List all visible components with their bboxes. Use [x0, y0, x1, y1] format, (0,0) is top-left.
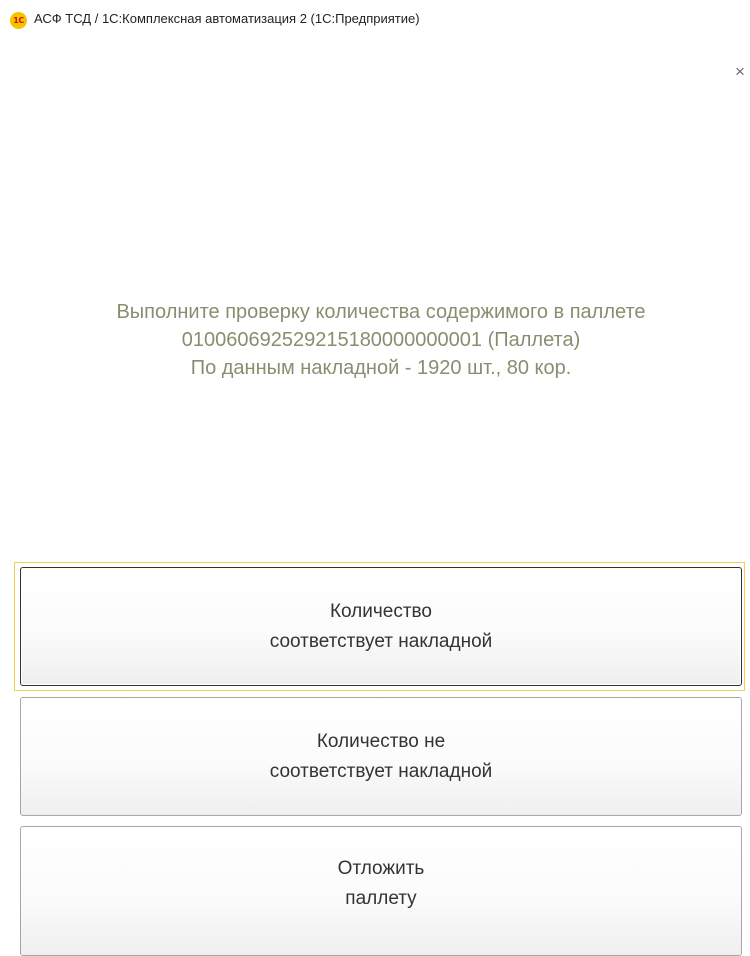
quantity-mismatch-label-line-2: соответствует накладной [269, 760, 493, 782]
app-logo-icon: 1С [10, 12, 27, 29]
postpone-pallet-button[interactable]: Отложить паллету [20, 826, 742, 956]
title-bar: 1С АСФ ТСД / 1С:Комплексная автоматизаци… [0, 0, 750, 40]
close-icon[interactable]: × [735, 63, 745, 80]
quantity-mismatch-label-line-1: Количество не [316, 730, 446, 752]
quantity-matches-button[interactable]: Количество соответствует накладной [20, 567, 742, 686]
pallet-code-line: 010060692529215180000000001 (Паллета) [181, 329, 581, 351]
quantity-matches-label-line-1: Количество [329, 600, 433, 622]
postpone-pallet-label-line-1: Отложить [337, 858, 425, 879]
instruction-line-1: Выполните проверку количества содержимог… [116, 301, 646, 323]
postpone-pallet-label-line-2: паллету [345, 888, 417, 909]
invoice-quantity-line: По данным накладной - 1920 шт., 80 кор. [190, 357, 572, 379]
window-title: АСФ ТСД / 1С:Комплексная автоматизация 2… [34, 11, 420, 26]
quantity-mismatch-button[interactable]: Количество не соответствует накладной [20, 697, 742, 816]
instruction-message: Выполните проверку количества содержимог… [0, 298, 750, 382]
quantity-matches-label-line-2: соответствует накладной [269, 630, 493, 652]
